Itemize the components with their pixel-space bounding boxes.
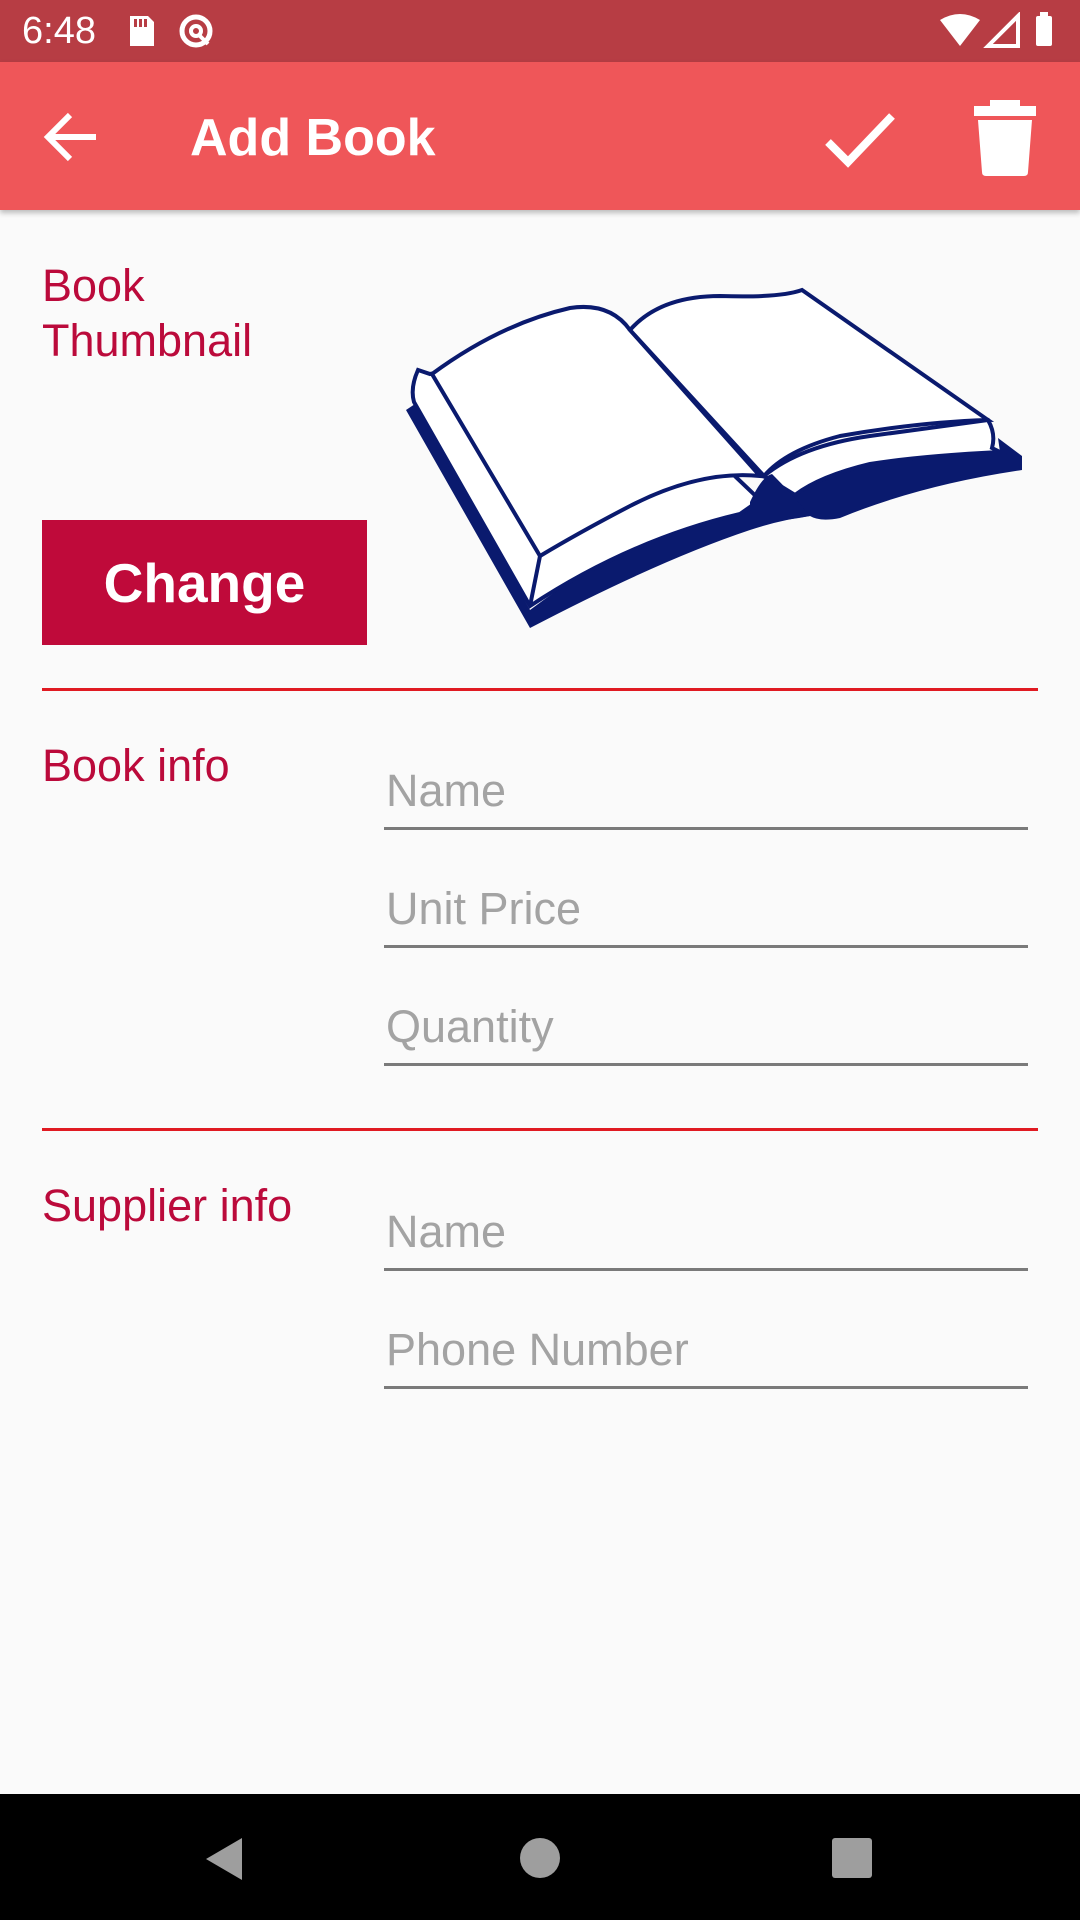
arrow-back-icon bbox=[43, 112, 96, 162]
thumbnail-section-label: Book Thumbnail bbox=[42, 260, 253, 366]
nav-recents-button[interactable] bbox=[822, 1828, 882, 1888]
supplier-name-field bbox=[384, 1195, 1028, 1271]
sd-card-icon bbox=[130, 16, 154, 46]
trash-icon bbox=[974, 100, 1036, 176]
supplier-name-input[interactable] bbox=[384, 1195, 1028, 1268]
delete-button[interactable] bbox=[970, 100, 1040, 176]
save-button[interactable] bbox=[820, 106, 900, 172]
home-circle-icon bbox=[520, 1838, 560, 1878]
phone-number-input[interactable] bbox=[384, 1313, 1028, 1386]
book-name-field bbox=[384, 754, 1028, 830]
back-triangle-icon bbox=[206, 1838, 242, 1880]
back-button[interactable] bbox=[40, 106, 106, 168]
system-nav-bar bbox=[0, 1794, 1080, 1920]
battery-icon bbox=[1036, 12, 1052, 46]
check-icon bbox=[825, 113, 895, 168]
nav-home-button[interactable] bbox=[510, 1828, 570, 1888]
supplier-info-label: Supplier info bbox=[42, 1180, 293, 1231]
divider bbox=[42, 1128, 1038, 1131]
recents-square-icon bbox=[832, 1838, 872, 1878]
book-name-input[interactable] bbox=[384, 754, 1028, 827]
status-time: 6:48 bbox=[22, 10, 96, 52]
wifi-icon bbox=[940, 14, 980, 46]
divider bbox=[42, 688, 1038, 691]
unit-price-field bbox=[384, 872, 1028, 948]
open-book-icon bbox=[406, 287, 1022, 628]
page-title: Add Book bbox=[190, 109, 436, 167]
quantity-field bbox=[384, 990, 1028, 1066]
app-bar: Add Book bbox=[0, 62, 1080, 210]
cell-signal-icon bbox=[983, 11, 1020, 48]
status-bar: 6:48 bbox=[0, 0, 1080, 62]
change-thumbnail-button[interactable]: Change bbox=[42, 520, 367, 645]
status-icons-right bbox=[940, 11, 1060, 55]
nav-back-button[interactable] bbox=[198, 1828, 258, 1888]
book-info-label: Book info bbox=[42, 740, 230, 791]
data-saver-icon bbox=[179, 14, 213, 48]
status-icons-left bbox=[124, 12, 214, 55]
quantity-input[interactable] bbox=[384, 990, 1028, 1063]
phone-number-field bbox=[384, 1313, 1028, 1389]
unit-price-input[interactable] bbox=[384, 872, 1028, 945]
